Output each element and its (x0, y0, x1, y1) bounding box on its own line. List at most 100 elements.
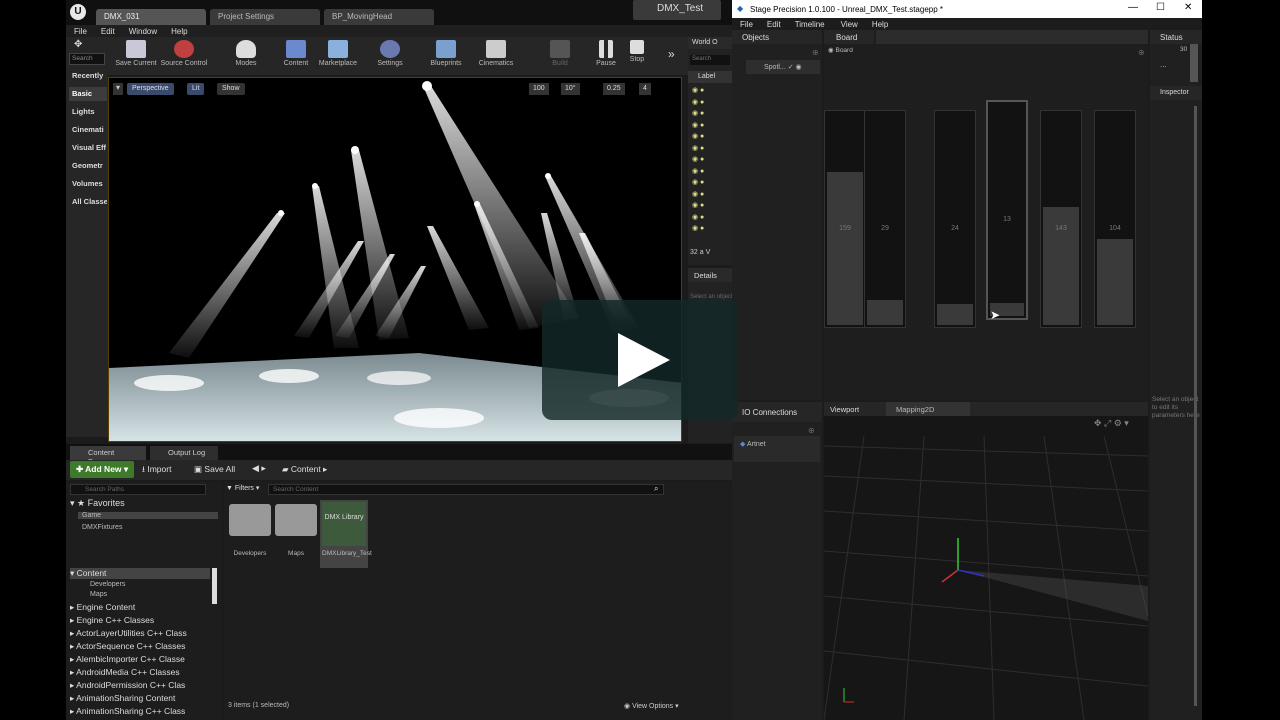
tab-bp-movinghead[interactable]: BP_MovingHead (324, 9, 434, 25)
blueprints-button[interactable]: Blueprints (420, 39, 472, 73)
menu-edit[interactable]: Edit (101, 27, 115, 36)
dmx-fader[interactable]: 143 (1040, 110, 1082, 328)
dmx-fader[interactable]: 24 (934, 110, 976, 328)
history-nav[interactable]: ◀ ▸ (252, 463, 266, 474)
perspective-button[interactable]: Perspective (127, 83, 174, 95)
menu-help[interactable]: Help (872, 20, 888, 29)
board-tree-item[interactable]: ◉ Board (828, 46, 853, 54)
close-icon[interactable]: ✕ (1184, 2, 1192, 13)
menu-edit[interactable]: Edit (767, 20, 781, 29)
add-new-button[interactable]: ✚ Add New ▾ (70, 461, 134, 478)
outliner-row[interactable]: ◉ ● (692, 200, 728, 212)
moving-head-light[interactable] (278, 210, 284, 216)
video-play-button[interactable] (542, 300, 738, 420)
tree-developers[interactable]: Developers (90, 581, 125, 588)
outliner-row[interactable]: ◉ ● (692, 166, 728, 178)
scale-snap-value[interactable]: 0.25 (603, 83, 625, 95)
lit-button[interactable]: Lit (187, 83, 205, 95)
search-paths-input[interactable]: Search Paths (70, 484, 206, 495)
outliner-row[interactable]: ◉ ● (692, 143, 728, 155)
view-options-button[interactable]: ◉ View Options ▾ (624, 702, 679, 710)
save-all-button[interactable]: ▣ Save All (194, 464, 235, 475)
tree-item[interactable]: ▸ ActorSequence C++ Classes (70, 641, 185, 652)
tree-item[interactable]: ▸ AnimationSharing C++ Class (70, 706, 185, 717)
asset-dmxlibrary[interactable]: DMX Library DMXLibrary_Test (320, 500, 372, 568)
label-column-header[interactable]: Label (688, 71, 732, 83)
menu-window[interactable]: Window (129, 27, 157, 36)
outliner-row[interactable]: ◉ ● (692, 120, 728, 132)
status-more[interactable]: ... (1160, 60, 1167, 69)
tab-mapping2d[interactable]: Mapping2D (886, 402, 970, 416)
show-button[interactable]: Show (217, 83, 245, 95)
outliner-row[interactable]: ◉ ● (692, 223, 728, 235)
outliner-row[interactable]: ◉ ● (692, 154, 728, 166)
import-button[interactable]: ⭳ Import (142, 464, 171, 478)
favorite-game[interactable]: Game (78, 512, 218, 519)
search-content-input[interactable]: Search Content (268, 484, 664, 495)
category-geometry[interactable]: Geometr (69, 159, 107, 173)
minimize-icon[interactable]: — (1128, 2, 1138, 13)
outliner-row[interactable]: ◉ ● (692, 177, 728, 189)
tree-item[interactable]: ▸ Engine Content (70, 602, 135, 613)
toolbar-overflow-icon[interactable]: » (668, 47, 675, 61)
asset-maps[interactable]: Maps (274, 504, 318, 557)
moving-head-light[interactable] (422, 81, 432, 91)
modes-search-input[interactable]: Search (69, 53, 105, 65)
inspector-scrollbar[interactable] (1194, 106, 1197, 706)
category-cinematic[interactable]: Cinemati (69, 123, 107, 137)
settings-button[interactable]: Settings (364, 39, 416, 73)
add-object-icon[interactable]: ⊕ (812, 48, 819, 57)
outliner-row[interactable]: ◉ ● (692, 108, 728, 120)
moving-head-light[interactable] (474, 201, 480, 207)
tree-item[interactable]: ▸ ActorLayerUtilities C++ Class (70, 628, 187, 639)
place-mode-icon[interactable]: ✥ (74, 39, 94, 50)
menu-file[interactable]: File (74, 27, 87, 36)
category-lights[interactable]: Lights (69, 105, 107, 119)
breadcrumb-content[interactable]: Content (291, 464, 321, 474)
category-visual-effects[interactable]: Visual Eff (69, 141, 107, 155)
dmx-fader[interactable]: 13 (986, 100, 1028, 320)
search-icon[interactable]: ⌕ (654, 484, 658, 494)
object-spotlight[interactable]: Spotl... ✓ ◉ (746, 60, 820, 74)
category-recently[interactable]: Recently (69, 69, 107, 83)
outliner-row[interactable]: ◉ ● (692, 212, 728, 224)
moving-head-light[interactable] (312, 183, 318, 189)
grid-snap-value[interactable]: 100 (529, 83, 549, 95)
tab-project-settings[interactable]: Project Settings (210, 9, 320, 25)
tree-maps[interactable]: Maps (90, 591, 107, 598)
category-basic[interactable]: Basic (69, 87, 107, 101)
sp-3d-viewport[interactable]: Viewport Mapping2D ✥ ⤢ ⚙ ▾ (824, 402, 1148, 720)
moving-head-light[interactable] (545, 173, 551, 179)
asset-developers[interactable]: Developers (228, 504, 272, 557)
tab-dmx-level[interactable]: DMX_031 (96, 9, 206, 25)
dmx-fader[interactable]: 104 (1094, 110, 1136, 328)
tree-item[interactable]: ▸ AndroidPermission C++ Clas (70, 680, 185, 691)
tab-content-browser[interactable]: Content Browser (70, 446, 146, 466)
marketplace-button[interactable]: Marketplace (312, 39, 364, 73)
tree-item[interactable]: ▸ Engine C++ Classes (70, 615, 154, 626)
add-board-item-icon[interactable]: ⊕ (1138, 48, 1145, 57)
outliner-row[interactable]: ◉ ● (692, 189, 728, 201)
tree-content[interactable]: ▾ Content (70, 568, 210, 579)
tree-item[interactable]: ▸ AlembicImporter C++ Classe (70, 654, 185, 665)
viewport-options-icon[interactable]: ▾ (113, 83, 123, 95)
moving-head-light[interactable] (351, 146, 359, 154)
tab-viewport[interactable]: Viewport (830, 405, 859, 414)
filters-button[interactable]: ▼ Filters ▾ (226, 484, 259, 492)
outliner-row[interactable]: ◉ ● (692, 85, 728, 97)
cinematics-button[interactable]: Cinematics (470, 39, 522, 73)
dmx-fader[interactable]: 159 (824, 110, 866, 328)
add-connection-icon[interactable]: ⊕ (808, 426, 815, 435)
tab-output-log[interactable]: Output Log (150, 446, 218, 460)
tree-item[interactable]: ▸ AndroidMedia C++ Classes (70, 667, 180, 678)
outliner-search-input[interactable]: Search (690, 55, 730, 65)
artnet-connection[interactable]: ◆ Artnet (734, 436, 820, 462)
category-all-classes[interactable]: All Classe (69, 195, 107, 209)
breadcrumb[interactable]: ▰ Content ▸ (282, 464, 327, 475)
favorite-dmxfixtures[interactable]: DMXFixtures (82, 524, 122, 531)
menu-view[interactable]: View (841, 20, 858, 29)
maximize-icon[interactable]: ☐ (1156, 2, 1165, 13)
rotation-snap-value[interactable]: 10° (561, 83, 580, 95)
category-volumes[interactable]: Volumes (69, 177, 107, 191)
outliner-row[interactable]: ◉ ● (692, 131, 728, 143)
